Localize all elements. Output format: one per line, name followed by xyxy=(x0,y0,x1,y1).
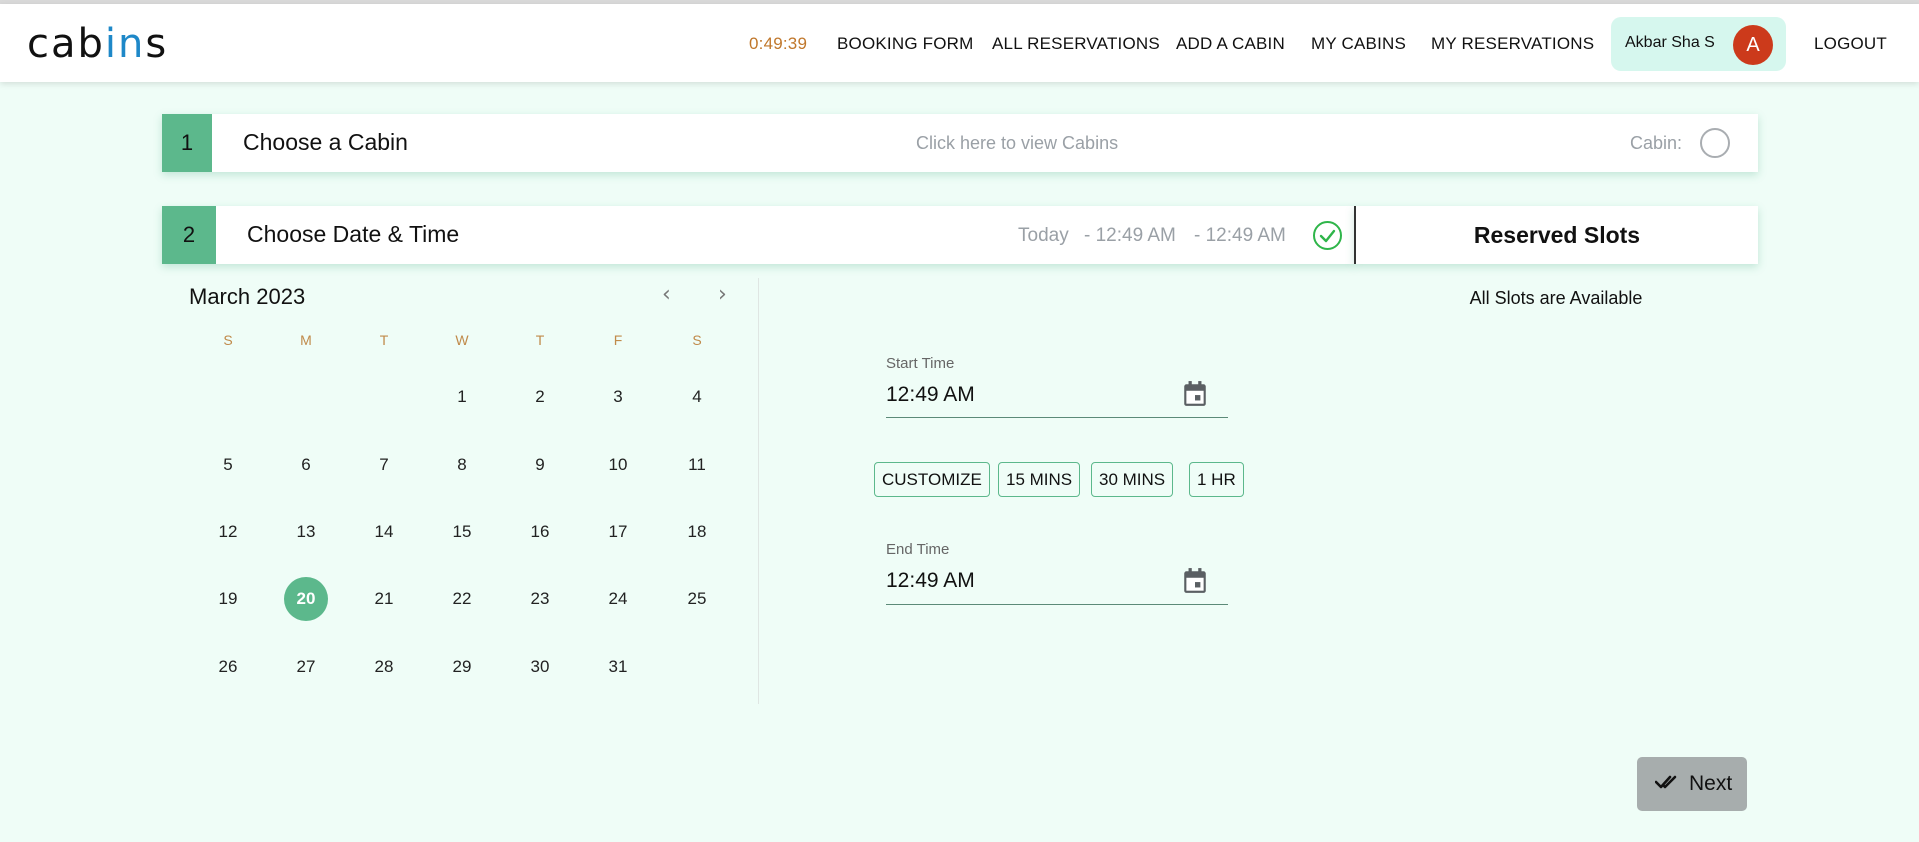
calendar-day[interactable]: 9 xyxy=(518,443,562,487)
summary-end-time: - 12:49 AM xyxy=(1194,225,1286,246)
calendar-day[interactable]: 19 xyxy=(206,577,250,621)
check-circle-icon xyxy=(1313,221,1342,250)
calendar-day-selected[interactable]: 20 xyxy=(284,577,328,621)
reserved-slots-title: Reserved Slots xyxy=(1473,222,1641,248)
calendar-day[interactable]: 23 xyxy=(518,577,562,621)
nav-add-a-cabin[interactable]: ADD A CABIN xyxy=(1176,34,1285,54)
end-time-input[interactable]: 12:49 AM xyxy=(886,569,975,593)
calendar-day[interactable]: 13 xyxy=(284,510,328,554)
duration-customize-button[interactable]: CUSTOMIZE xyxy=(874,462,990,497)
next-button[interactable]: Next xyxy=(1637,757,1747,811)
calendar-icon[interactable] xyxy=(1182,380,1208,408)
cabin-empty-indicator-icon xyxy=(1700,128,1730,158)
calendar-day[interactable]: 16 xyxy=(518,510,562,554)
end-time-underline xyxy=(886,604,1228,605)
view-cabins-link[interactable]: Click here to view Cabins xyxy=(916,133,1118,154)
cabins-logo[interactable]: cabins xyxy=(27,24,168,64)
calendar-day[interactable]: 7 xyxy=(362,443,406,487)
double-check-icon xyxy=(1654,776,1677,789)
chevron-right-icon[interactable]: › xyxy=(718,284,727,306)
calendar-day[interactable]: 27 xyxy=(284,645,328,689)
calendar-day[interactable]: 24 xyxy=(596,577,640,621)
calendar-day[interactable]: 30 xyxy=(518,645,562,689)
calendar-day[interactable]: 2 xyxy=(518,375,562,419)
logout-button[interactable]: LOGOUT xyxy=(1814,34,1887,54)
calendar-day[interactable]: 11 xyxy=(675,443,719,487)
step-number: 2 xyxy=(162,206,216,264)
step-number: 1 xyxy=(162,114,212,172)
summary-day: Today xyxy=(1018,225,1069,246)
calendar-day[interactable]: 29 xyxy=(440,645,484,689)
cabin-label: Cabin: xyxy=(1630,133,1683,153)
calendar-day[interactable]: 21 xyxy=(362,577,406,621)
logo-text-prefix: cab xyxy=(27,21,105,67)
calendar-day[interactable]: 14 xyxy=(362,510,406,554)
calendar-day[interactable]: 26 xyxy=(206,645,250,689)
app-header: cabins 0:49:39 BOOKING FORM ALL RESERVAT… xyxy=(0,4,1919,82)
choose-datetime-step[interactable]: 2 Choose Date & Time Today - 12:49 AM - … xyxy=(162,206,1354,264)
calendar-divider xyxy=(758,278,759,704)
calendar-day[interactable]: 6 xyxy=(284,443,328,487)
calendar-day[interactable]: 8 xyxy=(440,443,484,487)
step-title: Choose a Cabin xyxy=(243,129,408,155)
next-button-label: Next xyxy=(1689,772,1733,795)
start-time-input[interactable]: 12:49 AM xyxy=(886,383,975,407)
weekday-header: M xyxy=(300,332,312,348)
calendar-day[interactable]: 10 xyxy=(596,443,640,487)
calendar-month-label: March 2023 xyxy=(189,284,306,309)
calendar-day[interactable]: 31 xyxy=(596,645,640,689)
slots-status: All Slots are Available xyxy=(1469,288,1643,308)
calendar-day[interactable]: 18 xyxy=(675,510,719,554)
end-time-label: End Time xyxy=(886,541,950,558)
calendar-day[interactable]: 12 xyxy=(206,510,250,554)
duration-15-mins-button[interactable]: 15 MINS xyxy=(998,462,1081,497)
duration-30-mins-button[interactable]: 30 MINS xyxy=(1091,462,1174,497)
choose-cabin-step[interactable]: 1 Choose a Cabin Click here to view Cabi… xyxy=(162,114,1758,172)
step-title: Choose Date & Time xyxy=(247,221,460,247)
calendar-icon[interactable] xyxy=(1182,567,1208,595)
calendar-day[interactable]: 22 xyxy=(440,577,484,621)
reserved-slots-header: Reserved Slots xyxy=(1354,206,1758,264)
summary-start-time: - 12:49 AM xyxy=(1084,225,1176,246)
nav-all-reservations[interactable]: ALL RESERVATIONS xyxy=(992,34,1160,54)
duration-1-hr-button[interactable]: 1 HR xyxy=(1189,462,1244,497)
avatar: A xyxy=(1733,25,1773,65)
calendar-day[interactable]: 17 xyxy=(596,510,640,554)
weekday-header: S xyxy=(223,332,233,348)
calendar-day[interactable]: 15 xyxy=(440,510,484,554)
calendar-day[interactable]: 3 xyxy=(596,375,640,419)
weekday-header: W xyxy=(455,332,469,348)
nav-my-cabins[interactable]: MY CABINS xyxy=(1311,34,1406,54)
calendar-day[interactable]: 4 xyxy=(675,375,719,419)
weekday-header: T xyxy=(535,332,545,348)
start-time-underline xyxy=(886,417,1228,418)
weekday-header: T xyxy=(379,332,389,348)
logo-text-suffix: s xyxy=(145,21,169,67)
calendar-day[interactable]: 28 xyxy=(362,645,406,689)
session-timer: 0:49:39 xyxy=(749,34,808,53)
calendar-day[interactable]: 25 xyxy=(675,577,719,621)
nav-my-reservations[interactable]: MY RESERVATIONS xyxy=(1431,34,1594,54)
nav-booking-form[interactable]: BOOKING FORM xyxy=(837,34,974,54)
weekday-header: S xyxy=(692,332,702,348)
calendar-day[interactable]: 1 xyxy=(440,375,484,419)
start-time-label: Start Time xyxy=(886,355,955,372)
weekday-header: F xyxy=(613,332,623,348)
user-name: Akbar Sha S xyxy=(1625,34,1715,51)
user-menu[interactable]: Akbar Sha S A xyxy=(1611,17,1786,71)
logo-text-accent: in xyxy=(104,21,146,67)
calendar-day[interactable]: 5 xyxy=(206,443,250,487)
chevron-left-icon[interactable]: ‹ xyxy=(662,284,671,306)
